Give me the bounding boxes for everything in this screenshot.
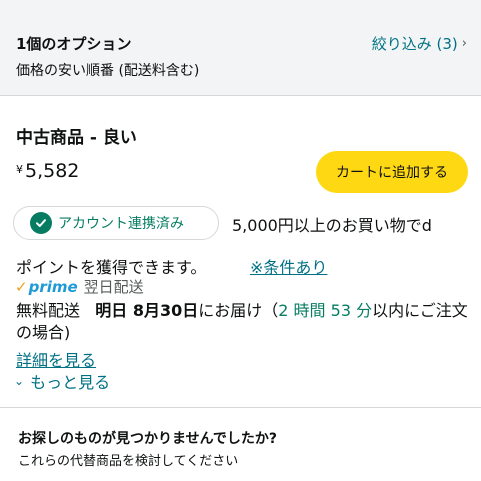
free-shipping-text: 無料配送 (16, 301, 81, 320)
points-promo-text: 5,000円以上のお買い物でd (232, 216, 432, 235)
options-count: 1個のオプション (16, 35, 132, 53)
sort-description: 価格の安い順番 (配送料含む) (16, 63, 200, 79)
prime-delivery-row: ✓ prime 翌日配送 (15, 276, 144, 297)
prime-check-icon: ✓ (15, 277, 28, 296)
section-divider (0, 407, 481, 408)
conditions-link[interactable]: ※条件あり (250, 254, 327, 278)
add-to-cart-button[interactable]: カートに追加する (316, 151, 468, 193)
check-circle-icon (30, 212, 52, 234)
not-found-heading: お探しのものが見つかりませんでしたか? (18, 431, 277, 447)
prime-delivery-label: 翌日配送 (83, 278, 144, 296)
chevron-right-icon: › (461, 36, 467, 51)
options-header: 1個のオプション 価格の安い順番 (配送料含む) 絞り込み (3) › (0, 0, 481, 96)
see-more-label: もっと見る (30, 373, 111, 392)
alternatives-text: これらの代替商品を検討してください (18, 454, 239, 469)
currency-symbol: ¥ (16, 163, 23, 176)
points-text: ポイントを獲得できます。 (16, 258, 207, 277)
prime-logo: ✓ prime (15, 278, 78, 296)
offer-price: ¥ 5,582 (16, 160, 79, 182)
account-linked-label: アカウント連携済み (58, 216, 184, 232)
delivery-arrive-text: にお届け（ (198, 301, 279, 320)
details-link[interactable]: 詳細を見る (16, 347, 96, 371)
filter-label: 絞り込み (3) (371, 35, 458, 53)
price-amount: 5,582 (25, 160, 80, 182)
offer-condition: 中古商品 - 良い (16, 128, 137, 148)
filter-button[interactable]: 絞り込み (3) › (372, 33, 467, 54)
prime-logo-text: prime (28, 277, 78, 296)
order-countdown: 2 時間 53 分 (278, 301, 373, 320)
delivery-info: 無料配送 明日 8月30日にお届け（2 時間 53 分以内にご注文の場合) (16, 300, 476, 344)
delivery-date: 明日 8月30日 (95, 301, 199, 320)
chevron-down-icon: ⌄ (14, 374, 25, 388)
account-linked-badge[interactable]: アカウント連携済み (13, 206, 219, 240)
see-more-toggle[interactable]: ⌄ もっと見る (14, 369, 110, 393)
